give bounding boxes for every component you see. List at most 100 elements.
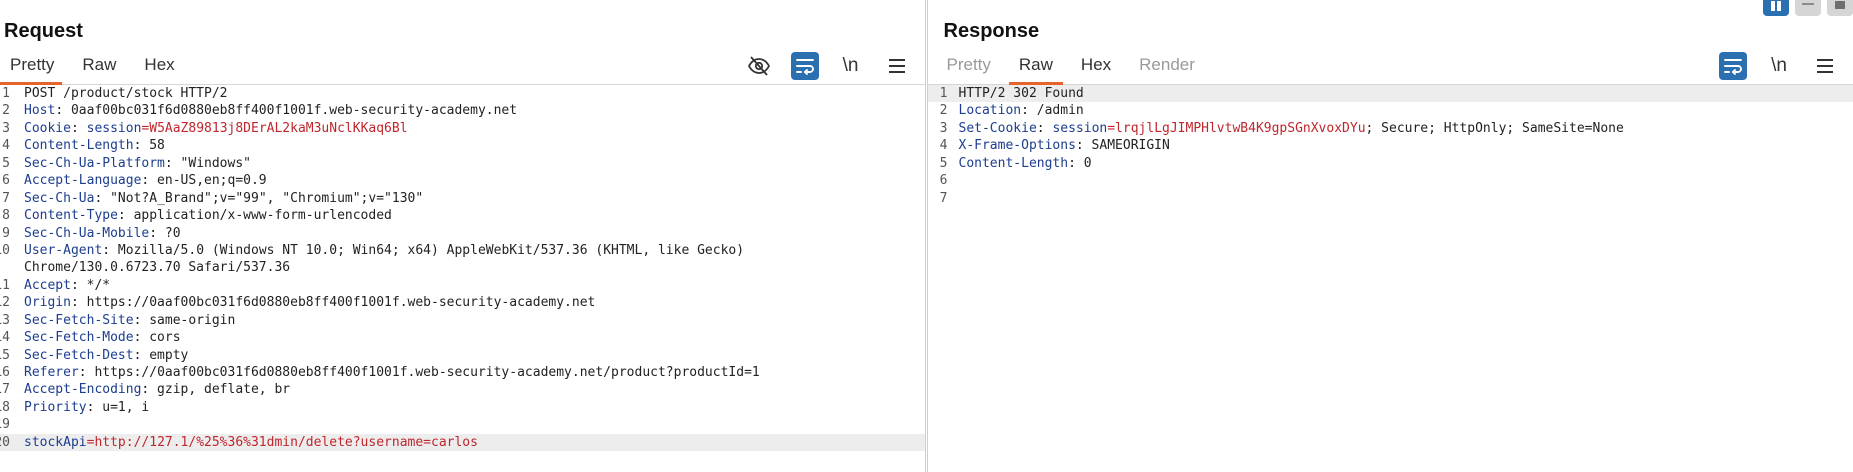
header-name: Sec-Ch-Ua-Platform <box>24 155 165 171</box>
request-line: 11Accept: */* <box>0 277 925 294</box>
request-line: 12Origin: https://0aaf00bc031f6d0880eb8f… <box>0 294 925 311</box>
response-tab-raw[interactable]: Raw <box>1008 46 1063 85</box>
request-toolbar: \n <box>745 50 911 82</box>
response-line: 4 X-Frame-Options: SAMEORIGIN <box>928 137 1853 154</box>
request-line: 20stockApi=http://127.1/%25%36%31dmin/de… <box>0 433 925 452</box>
response-tabbar: Pretty Raw Hex Render \n <box>927 46 1853 85</box>
request-tab-hex[interactable]: Hex <box>134 46 182 84</box>
line-text: : "Windows" <box>164 155 251 171</box>
request-line: 5 Sec-Ch-Ua-Platform: "Windows" <box>0 155 925 172</box>
line-code: stockApi=http://127.1/%25%36%31dmin/dele… <box>10 434 911 451</box>
request-editor[interactable]: 1 POST /product/stock HTTP/2 2 Host: 0aaf00… <box>0 85 925 472</box>
line-code: Cookie: session=W5AaZ89813j8DErAL2kaM3uN… <box>10 120 408 137</box>
line-number: 1 <box>939 86 948 101</box>
header-name: Accept <box>24 277 71 293</box>
line-code: Origin: https://0aaf00bc031f6d0880eb8ff4… <box>10 294 595 311</box>
hamburger-menu-icon[interactable] <box>1811 52 1839 80</box>
line-code: Location: /admin <box>948 102 1084 119</box>
line-text: : u=1, i <box>86 399 150 415</box>
word-wrap-icon[interactable] <box>790 52 819 80</box>
newline-toggle[interactable]: \n <box>1765 52 1793 80</box>
line-code: Sec-Ch-Ua: "Not?A_Brand";v="99", "Chromi… <box>10 190 423 207</box>
line-text: : 58 <box>133 138 165 154</box>
line-number: 3 <box>2 120 10 136</box>
request-line: 13Sec-Fetch-Site: same-origin <box>0 312 925 329</box>
request-tab-pretty[interactable]: Pretty <box>0 46 63 85</box>
message-editor: Request Pretty Raw Hex \n 1 POST /produc… <box>0 0 1853 472</box>
line-text: ; Secure; HttpOnly; SameSite=None <box>1365 120 1624 136</box>
line-text: : application/x-www-form-urlencoded <box>117 208 392 224</box>
word-wrap-icon[interactable] <box>1719 52 1747 80</box>
header-name: X-Frame-Options <box>958 138 1076 154</box>
line-number: 11 <box>0 277 10 293</box>
line-code: Content-Length: 0 <box>948 155 1092 172</box>
line-text: : cors <box>133 330 181 346</box>
line-number: 9 <box>2 225 10 241</box>
newline-toggle[interactable]: \n <box>837 52 865 80</box>
line-code: HTTP/2 302 Found <box>948 85 1853 102</box>
line-text: : SAMEORIGIN <box>1075 138 1170 154</box>
line-number: 18 <box>0 399 10 415</box>
response-editor[interactable]: 1 HTTP/2 302 Found 2 Location: /admin 3 Set-C… <box>927 85 1853 472</box>
header-name: Content-Type <box>24 208 118 224</box>
line-number: 5 <box>2 155 10 171</box>
highlighted-value: =lrqjlLgJIMPHlvtwB4K9gpSGnXvoxDYu <box>1107 120 1366 136</box>
line-text: : <box>70 120 87 136</box>
layout-switch <box>1763 0 1853 16</box>
eye-slash-icon[interactable] <box>745 52 773 80</box>
line-code: Chrome/130.0.6723.70 Safari/537.36 <box>10 259 290 276</box>
response-title: Response <box>943 20 1040 42</box>
line-number: 4 <box>939 138 948 154</box>
response-tab-hex[interactable]: Hex <box>1071 46 1121 84</box>
line-number: 6 <box>2 173 10 189</box>
newline-label: \n <box>842 55 859 76</box>
header-name: Sec-Fetch-Site <box>24 312 134 328</box>
response-line: 5 Content-Length: 0 <box>928 155 1853 172</box>
split-horizontal-icon[interactable] <box>1763 0 1789 16</box>
request-tabs: Pretty Raw Hex <box>0 46 183 85</box>
line-text: : ?0 <box>149 225 181 241</box>
line-code: Sec-Fetch-Mode: cors <box>10 329 181 346</box>
tabs-icon[interactable] <box>1827 0 1853 16</box>
response-tab-render[interactable]: Render <box>1129 46 1205 84</box>
header-name: Set-Cookie <box>958 120 1037 136</box>
line-text: : https://0aaf00bc031f6d0880eb8ff400f100… <box>78 365 760 380</box>
header-name: User-Agent <box>24 242 103 258</box>
request-line: 2 Host: 0aaf00bc031f6d0880eb8ff400f1001f.… <box>0 102 925 119</box>
line-code: POST /product/stock HTTP/2 <box>10 85 228 102</box>
line-number <box>0 259 10 276</box>
split-vertical-icon[interactable] <box>1795 0 1821 16</box>
line-number: 5 <box>939 155 948 171</box>
request-title: Request <box>4 20 83 42</box>
header-name: Sec-Ch-Ua <box>24 190 95 206</box>
line-code: Accept-Encoding: gzip, deflate, br <box>10 381 290 398</box>
line-code: Sec-Ch-Ua-Mobile: ?0 <box>10 225 181 242</box>
tab-label: Raw <box>82 55 117 74</box>
tab-label: Pretty <box>10 55 55 74</box>
response-line: 2 Location: /admin <box>928 102 1853 119</box>
response-line: 1 HTTP/2 302 Found <box>927 85 1853 103</box>
line-number: 2 <box>939 103 948 119</box>
request-line: 17Accept-Encoding: gzip, deflate, br <box>0 381 925 398</box>
hamburger-menu-icon[interactable] <box>883 52 911 80</box>
line-number: 2 <box>2 103 10 119</box>
line-text: : same-origin <box>133 312 236 328</box>
request-pane: Request Pretty Raw Hex \n 1 POST /produc… <box>0 0 926 472</box>
line-text: : <box>1036 120 1053 136</box>
response-tab-pretty[interactable]: Pretty <box>937 46 1001 84</box>
highlighted-value: =http://127.1/%25%36%31dmin/delete?usern… <box>86 434 478 450</box>
line-number: 6 <box>939 173 948 189</box>
request-tab-raw[interactable]: Raw <box>72 46 124 84</box>
line-number: 13 <box>0 312 10 328</box>
header-name: Cookie <box>24 120 71 136</box>
request-line: 16Referer: https://0aaf00bc031f6d0880eb8… <box>0 364 925 381</box>
line-code: Sec-Fetch-Site: same-origin <box>10 312 235 329</box>
line-number: 4 <box>2 138 10 154</box>
line-number: 20 <box>0 434 10 450</box>
request-line: 14Sec-Fetch-Mode: cors <box>0 329 925 346</box>
line-code: Accept: */* <box>10 277 110 294</box>
request-line: 15Sec-Fetch-Dest: empty <box>0 347 925 364</box>
